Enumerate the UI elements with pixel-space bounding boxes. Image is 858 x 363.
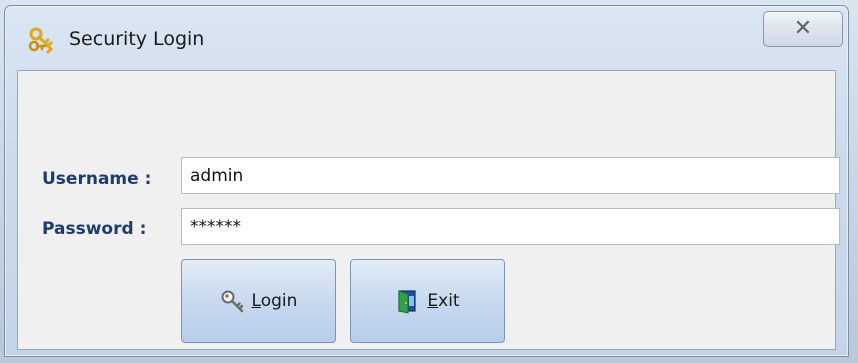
security-login-dialog: Security Login ✕ Username : Password : L… — [4, 5, 849, 357]
exit-button-label: Exit — [427, 291, 459, 311]
title-bar[interactable]: Security Login ✕ — [5, 6, 848, 70]
window-title: Security Login — [69, 28, 205, 50]
password-input[interactable] — [181, 208, 840, 245]
keys-icon — [28, 27, 54, 54]
login-mnemonic: L — [251, 291, 261, 311]
login-button[interactable]: Login — [181, 259, 336, 343]
login-button-label: Login — [252, 291, 298, 311]
door-exit-icon — [398, 290, 416, 314]
login-form: Username : Password : Login Exit — [17, 70, 840, 350]
close-icon: ✕ — [793, 16, 813, 41]
key-icon — [221, 290, 243, 313]
exit-label-rest: xit — [438, 291, 460, 311]
login-label-rest: ogin — [260, 291, 298, 311]
exit-mnemonic: E — [427, 291, 439, 311]
password-label: Password : — [42, 219, 147, 239]
exit-button[interactable]: Exit — [350, 259, 505, 343]
close-button[interactable]: ✕ — [763, 11, 843, 47]
username-input[interactable] — [181, 157, 840, 194]
username-label: Username : — [42, 169, 152, 189]
